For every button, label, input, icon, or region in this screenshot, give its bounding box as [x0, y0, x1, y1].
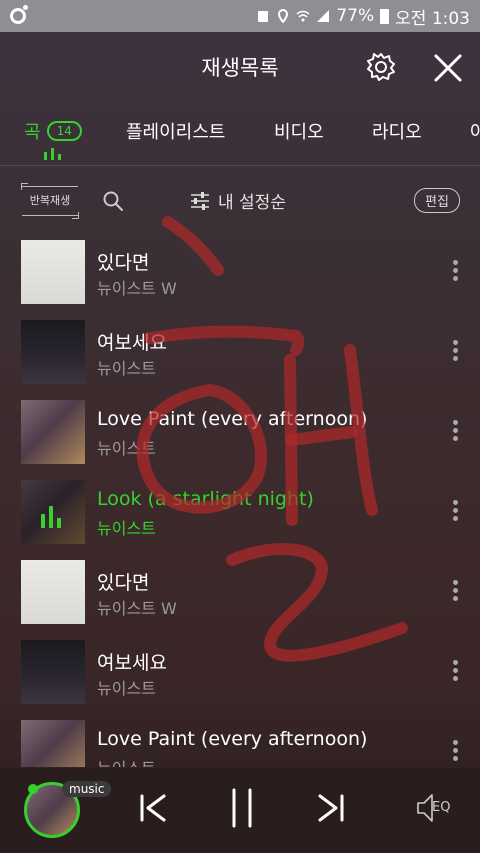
song-artist: 뉴이스트	[97, 755, 156, 767]
recycle-icon	[258, 11, 269, 22]
more-options-icon[interactable]	[448, 580, 462, 604]
song-row[interactable]: Love Paint (every afternoon) 뉴이스트	[0, 392, 480, 472]
header: 재생목록	[0, 32, 480, 102]
song-title: Love Paint (every afternoon)	[97, 408, 368, 430]
playing-indicator-icon	[44, 148, 62, 160]
location-icon	[278, 9, 289, 23]
album-cover	[21, 640, 85, 704]
album-cover	[21, 480, 85, 544]
eq-label: EQ	[432, 800, 451, 815]
tab-video[interactable]: 비디오	[274, 118, 324, 144]
sort-button[interactable]: 내 설정순	[190, 188, 286, 213]
song-row-now-playing[interactable]: Look (a starlight night) 뉴이스트	[0, 472, 480, 552]
pause-icon[interactable]	[230, 788, 254, 828]
search-icon[interactable]	[102, 190, 124, 212]
tab-playlist[interactable]: 플레이리스트	[126, 118, 225, 144]
now-playing-equalizer-icon	[21, 480, 85, 544]
more-options-icon[interactable]	[448, 740, 462, 764]
song-count-badge: 14	[46, 121, 82, 141]
next-track-icon[interactable]	[316, 794, 346, 822]
song-list[interactable]: 있다면 뉴이스트 W 여보세요 뉴이스트 Love Paint (every a…	[0, 232, 480, 767]
album-cover	[21, 560, 85, 624]
album-cover	[21, 320, 85, 384]
app-notification-icon	[10, 5, 28, 24]
more-options-icon[interactable]	[448, 660, 462, 684]
song-artist: 뉴이스트	[97, 359, 156, 378]
more-options-icon[interactable]	[448, 260, 462, 284]
more-options-icon[interactable]	[448, 420, 462, 444]
repeat-button[interactable]: 반복재생	[21, 183, 79, 219]
song-artist: 뉴이스트	[97, 679, 156, 698]
clock: 오전 1:03	[395, 8, 470, 29]
album-cover	[21, 720, 85, 767]
song-row[interactable]: 여보세요 뉴이스트	[0, 312, 480, 392]
song-artist: 뉴이스트 W	[97, 599, 177, 618]
tab-bar: 곡 14 플레이리스트 비디오 라디오 아	[0, 102, 480, 166]
song-artist: 뉴이스트 W	[97, 279, 177, 298]
song-title: 있다면	[97, 252, 150, 274]
sliders-icon	[191, 191, 209, 210]
tab-more[interactable]: 아	[470, 118, 480, 144]
album-cover	[21, 240, 85, 304]
more-options-icon[interactable]	[448, 500, 462, 524]
more-options-icon[interactable]	[448, 340, 462, 364]
song-title: Look (a starlight night)	[97, 488, 314, 510]
battery-icon	[380, 8, 390, 24]
edit-button[interactable]: 편집	[414, 188, 460, 213]
song-title: 있다면	[97, 572, 150, 594]
tab-songs[interactable]: 곡 14	[24, 118, 82, 144]
status-bar: 77% 오전 1:03	[0, 0, 480, 32]
album-cover	[21, 400, 85, 464]
song-artist: 뉴이스트	[97, 519, 156, 538]
song-title: 여보세요	[97, 332, 167, 354]
list-toolbar: 반복재생 내 설정순 편집	[0, 170, 480, 230]
status-dot-icon	[28, 784, 38, 794]
song-title: Love Paint (every afternoon)	[97, 728, 368, 750]
tab-songs-label: 곡	[24, 122, 41, 143]
music-tag: music	[62, 781, 112, 797]
signal-icon	[317, 10, 330, 22]
settings-gear-icon[interactable]	[364, 50, 398, 84]
song-title: 여보세요	[97, 652, 167, 674]
previous-track-icon[interactable]	[138, 794, 168, 822]
song-row[interactable]: Love Paint (every afternoon) 뉴이스트	[0, 712, 480, 767]
song-row[interactable]: 있다면 뉴이스트 W	[0, 232, 480, 312]
page-title: 재생목록	[201, 56, 279, 80]
close-icon[interactable]	[430, 50, 466, 86]
mini-player: music EQ	[0, 768, 480, 853]
song-artist: 뉴이스트	[97, 439, 156, 458]
song-row[interactable]: 여보세요 뉴이스트	[0, 632, 480, 712]
song-row[interactable]: 있다면 뉴이스트 W	[0, 552, 480, 632]
wifi-icon	[296, 10, 310, 22]
sort-label: 내 설정순	[218, 193, 286, 213]
tab-radio[interactable]: 라디오	[372, 118, 422, 144]
battery-percent: 77%	[336, 6, 375, 26]
